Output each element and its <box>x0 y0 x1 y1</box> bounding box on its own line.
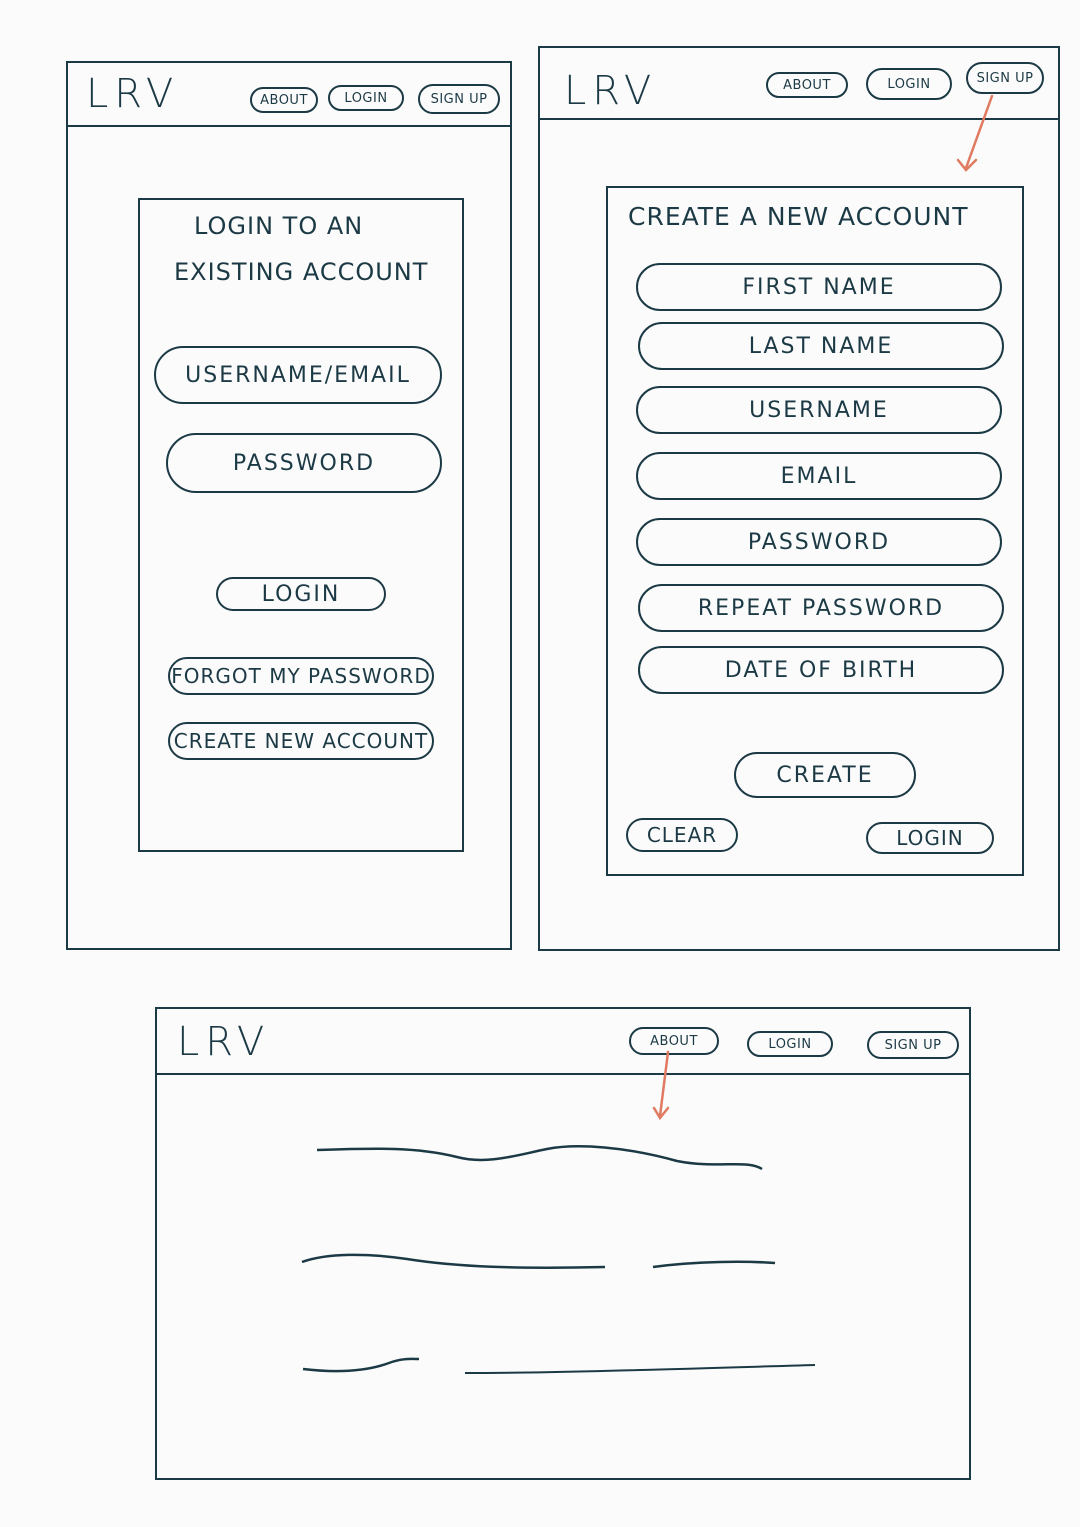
annotation-arrows <box>652 94 994 1121</box>
arrow-icon <box>956 94 994 172</box>
arrow-icon <box>652 1050 670 1121</box>
